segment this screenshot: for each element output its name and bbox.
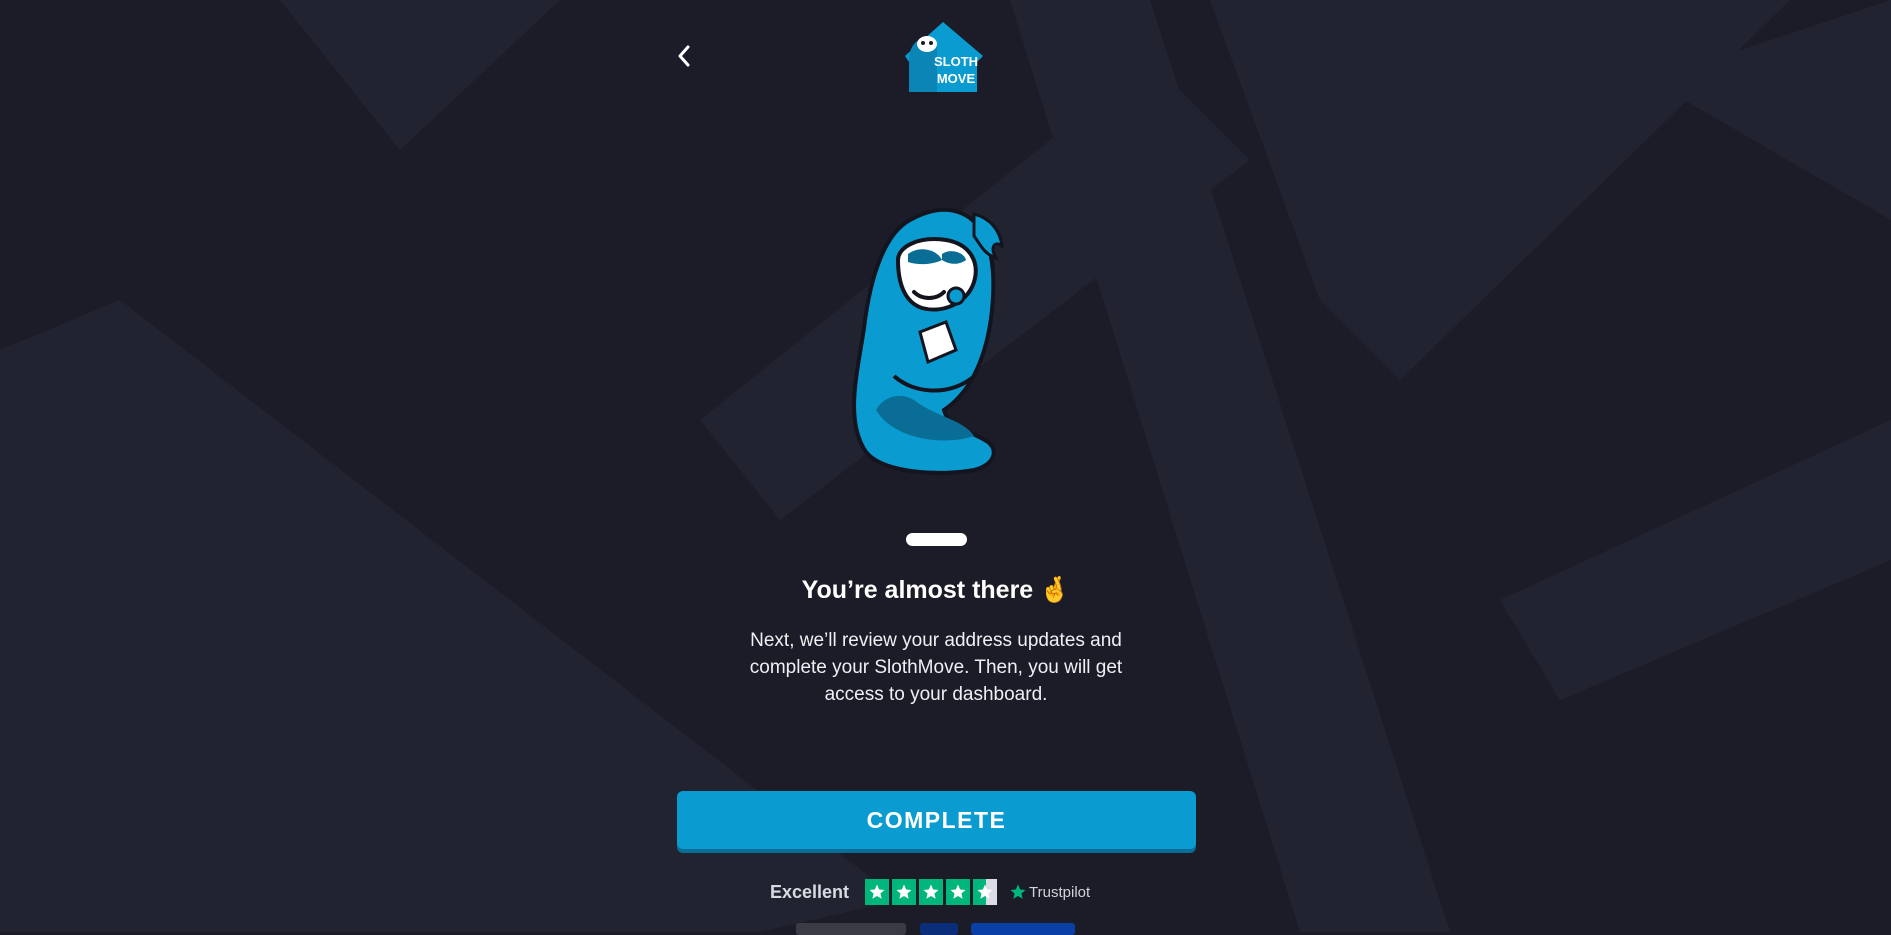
page-title-text: You’re almost there: [801, 576, 1034, 604]
slothmove-logo[interactable]: SLOTH MOVE: [899, 16, 989, 96]
partner-badge: [920, 923, 958, 935]
progress-indicator: [906, 533, 967, 546]
trustpilot-brand-label: Trustpilot: [1029, 883, 1091, 901]
trustpilot-rating[interactable]: Excellent Trustpilot: [770, 878, 1090, 906]
partner-badges-row: [0, 923, 1891, 935]
back-button[interactable]: [668, 40, 700, 72]
star-icon: [919, 879, 944, 905]
logo-word-1: SLOTH: [934, 54, 978, 69]
trustpilot-star-icon: [1010, 884, 1026, 899]
sloth-illustration: [852, 207, 1004, 475]
partner-badge: [796, 923, 906, 935]
trustpilot-brand: Trustpilot: [1009, 883, 1090, 901]
page-title: You’re almost there 🤞: [0, 572, 1872, 608]
chevron-left-icon: [678, 45, 690, 67]
star-icon: [892, 879, 917, 905]
half-star-icon: [973, 879, 998, 905]
trustpilot-stars: [865, 879, 1000, 905]
logo-word-2: MOVE: [937, 71, 976, 86]
crossed-fingers-emoji: 🤞: [1039, 575, 1071, 604]
partner-badge: [971, 923, 1075, 935]
onboarding-complete-page: SLOTH MOVE You’re almost there 🤞 Next, we…: [0, 0, 1891, 935]
page-description: Next, we’ll review your address updates …: [749, 630, 1123, 705]
star-icon: [865, 879, 890, 905]
complete-button[interactable]: COMPLETE: [677, 791, 1196, 849]
trustpilot-rating-word: Excellent: [770, 881, 850, 902]
star-icon: [946, 879, 971, 905]
